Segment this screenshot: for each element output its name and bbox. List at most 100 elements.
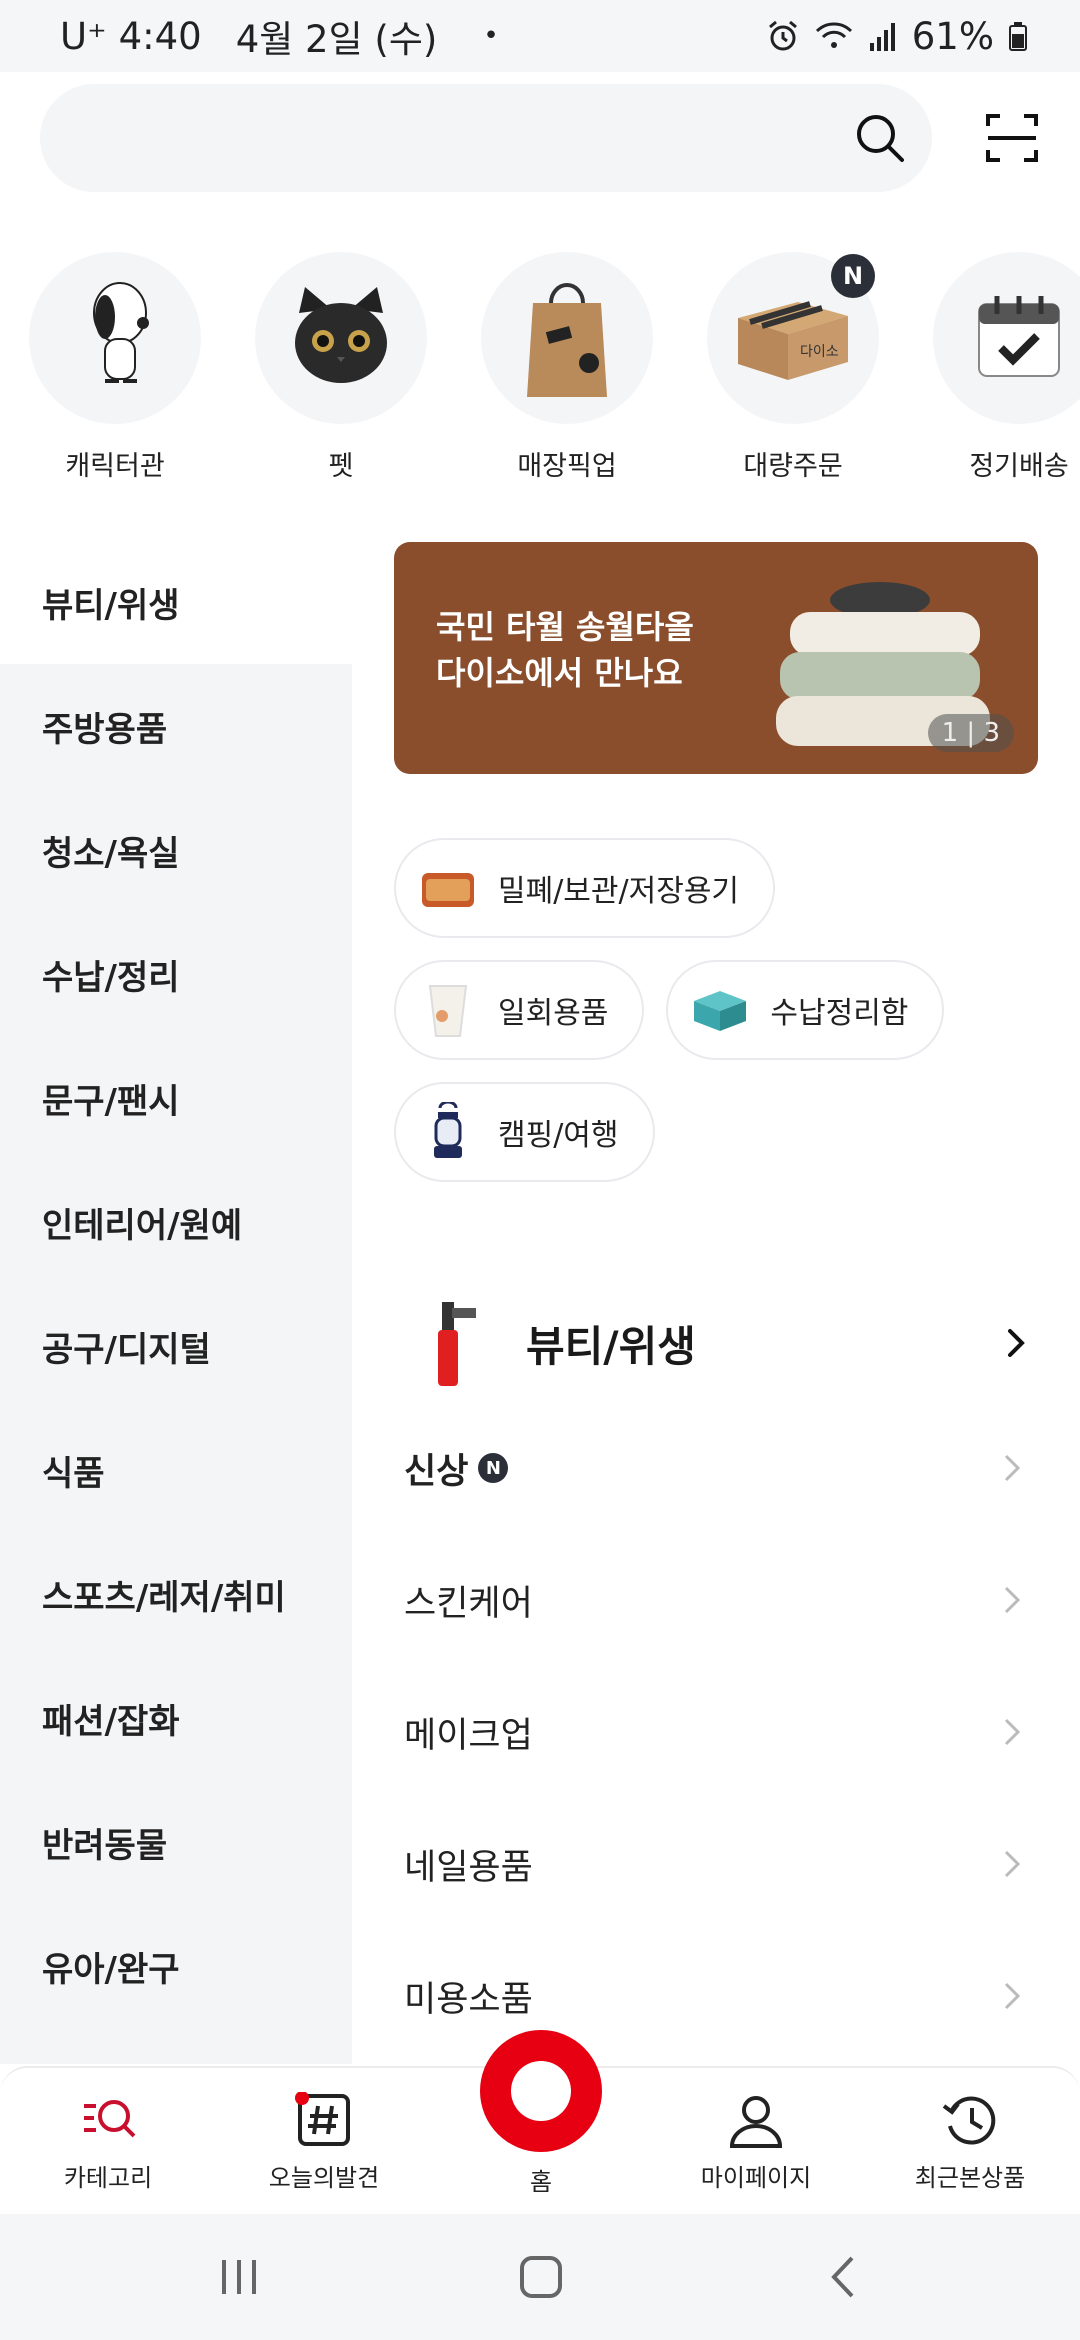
promo-banner[interactable]: 국민 타월 송월타올 다이소에서 만나요 1 | 3 [394, 542, 1038, 774]
wifi-icon [815, 22, 852, 48]
nav-category[interactable]: 카테고리 [8, 2092, 208, 2193]
quick-menu-bulk-order[interactable]: 다이소 N 대량주문 [703, 252, 883, 483]
barcode-scan-icon[interactable] [984, 110, 1040, 166]
svg-text:다이소: 다이소 [800, 344, 839, 360]
nav-label: 최근본상품 [914, 2164, 1026, 2192]
chevron-right-icon [1004, 1850, 1021, 1878]
quick-menu-character[interactable]: 캐릭터관 [25, 252, 205, 483]
date-label: 4월 2일 (수) [235, 18, 438, 61]
sidebar-item-kitchen[interactable]: 주방용품 [0, 664, 352, 788]
nav-mypage[interactable]: 마이페이지 [656, 2092, 856, 2193]
chip-label: 수납정리함 [770, 996, 909, 1031]
search-row [40, 84, 1040, 192]
list-item-new[interactable]: 신상 N [394, 1402, 1044, 1534]
back-icon[interactable] [820, 2252, 870, 2302]
chip-disposables[interactable]: 일회용품 [394, 960, 645, 1060]
search-input[interactable] [40, 84, 932, 192]
chip-label: 캠핑/여행 [498, 1118, 619, 1153]
hashtag-icon [295, 2092, 350, 2146]
sidebar-item-stationery[interactable]: 문구/팬시 [0, 1036, 352, 1160]
chip-storage-boxes[interactable]: 수납정리함 [666, 960, 945, 1060]
snoopy-character-icon [29, 252, 201, 424]
list-item-nail[interactable]: 네일용품 [394, 1798, 1044, 1930]
banner-line-2: 다이소에서 만나요 [436, 654, 683, 692]
list-item-beauty-tools[interactable]: 미용소품 [394, 1930, 1044, 2062]
nav-label: 마이페이지 [700, 2164, 812, 2192]
user-icon [729, 2096, 783, 2148]
sidebar-item-interior[interactable]: 인테리어/원예 [0, 1160, 352, 1284]
sidebar-item-sports[interactable]: 스포츠/레저/취미 [0, 1532, 352, 1656]
home-button[interactable] [480, 2030, 602, 2152]
nav-discover[interactable]: 오늘의발견 [224, 2092, 424, 2193]
home-label: 홈 [529, 2168, 553, 2196]
sidebar-item-beauty[interactable]: 뷰티/위생 [0, 540, 352, 664]
category-search-icon [84, 2100, 136, 2138]
sidebar-item-pets[interactable]: 반려동물 [0, 1780, 352, 1904]
banner-line-1: 국민 타월 송월타올 [436, 608, 694, 646]
sidebar-item-storage[interactable]: 수납/정리 [0, 912, 352, 1036]
chip-label: 일회용품 [498, 996, 609, 1031]
banner-page-counter: 1 | 3 [927, 714, 1014, 752]
storage-box-icon [690, 980, 750, 1040]
chip-containers[interactable]: 밀폐/보관/저장용기 [394, 838, 776, 938]
nav-label: 카테고리 [63, 2164, 153, 2192]
list-item-label: 신상 [404, 1451, 469, 1492]
container-icon [418, 858, 478, 918]
chevron-right-icon [1004, 1586, 1021, 1614]
section-title: 뷰티/위생 [526, 1321, 696, 1371]
quick-menu-subscription[interactable]: 정기배송 [929, 252, 1080, 483]
notification-dot: • [483, 21, 499, 51]
quick-menu-pickup[interactable]: 매장픽업 [477, 252, 657, 483]
quick-menu: 캐릭터관 펫 매장픽업 다이소 N 대량주문 정기배송 [0, 252, 1080, 492]
black-cat-icon [255, 252, 427, 424]
category-sidebar: 뷰티/위생 주방용품 청소/욕실 수납/정리 문구/팬시 인테리어/원예 공구/… [0, 540, 352, 2064]
subcategory-list: 신상 N 스킨케어 메이크업 네일용품 미용소품 [394, 1402, 1044, 2062]
quick-menu-label: 매장픽업 [517, 451, 617, 482]
sidebar-item-cleaning[interactable]: 청소/욕실 [0, 788, 352, 912]
quick-menu-label: 대량주문 [743, 451, 843, 482]
new-badge: N [478, 1453, 509, 1483]
shopping-bag-icon [481, 252, 653, 424]
list-item-label: 메이크업 [404, 1715, 533, 1756]
list-item-label: 네일용품 [404, 1847, 533, 1888]
sidebar-item-kids[interactable]: 유아/완구 [0, 1904, 352, 2028]
home-system-icon[interactable] [516, 2252, 566, 2302]
nav-recent[interactable]: 최근본상품 [870, 2092, 1070, 2193]
carrier-label: U⁺ [60, 14, 107, 58]
new-badge: N [831, 254, 875, 298]
clock: 4:40 [118, 14, 202, 58]
chip-label: 밀폐/보관/저장용기 [498, 874, 740, 909]
system-nav-bar [0, 2214, 1080, 2340]
alarm-icon [768, 20, 797, 51]
search-icon[interactable] [852, 110, 908, 166]
list-item-skincare[interactable]: 스킨케어 [394, 1534, 1044, 1666]
subcategory-chips: 밀폐/보관/저장용기 일회용품 수납정리함 캠핑/여행 [394, 838, 1054, 1204]
sidebar-item-fashion[interactable]: 패션/잡화 [0, 1656, 352, 1780]
sidebar-item-food[interactable]: 식품 [0, 1408, 352, 1532]
chip-camping[interactable]: 캠핑/여행 [394, 1082, 655, 1182]
battery-percent: 61% [911, 14, 994, 58]
list-item-makeup[interactable]: 메이크업 [394, 1666, 1044, 1798]
status-bar: U⁺ 4:40 4월 2일 (수) • 61% [0, 0, 1080, 72]
banner-text: 국민 타월 송월타올 다이소에서 만나요 [436, 604, 694, 696]
nav-label: 오늘의발견 [268, 2164, 380, 2192]
section-header[interactable]: 뷰티/위생 [394, 1288, 1044, 1398]
chevron-right-icon[interactable] [1000, 1323, 1032, 1363]
chevron-right-icon [1004, 1454, 1021, 1482]
lantern-icon [418, 1102, 478, 1162]
quick-menu-pet[interactable]: 펫 [251, 252, 431, 483]
sidebar-item-tools[interactable]: 공구/디지털 [0, 1284, 352, 1408]
recent-apps-icon[interactable] [214, 2252, 264, 2302]
chevron-right-icon [1004, 1718, 1021, 1746]
signal-icon [869, 23, 895, 51]
paper-cup-icon [418, 980, 478, 1040]
mascara-icon [438, 1302, 476, 1386]
home-logo-icon [511, 2061, 571, 2121]
chevron-right-icon [1004, 1982, 1021, 2010]
list-item-label: 스킨케어 [404, 1583, 533, 1624]
calendar-check-icon [933, 252, 1080, 424]
quick-menu-label: 캐릭터관 [65, 451, 165, 482]
battery-icon [1009, 22, 1027, 51]
quick-menu-label: 정기배송 [969, 451, 1069, 482]
quick-menu-label: 펫 [328, 451, 354, 482]
